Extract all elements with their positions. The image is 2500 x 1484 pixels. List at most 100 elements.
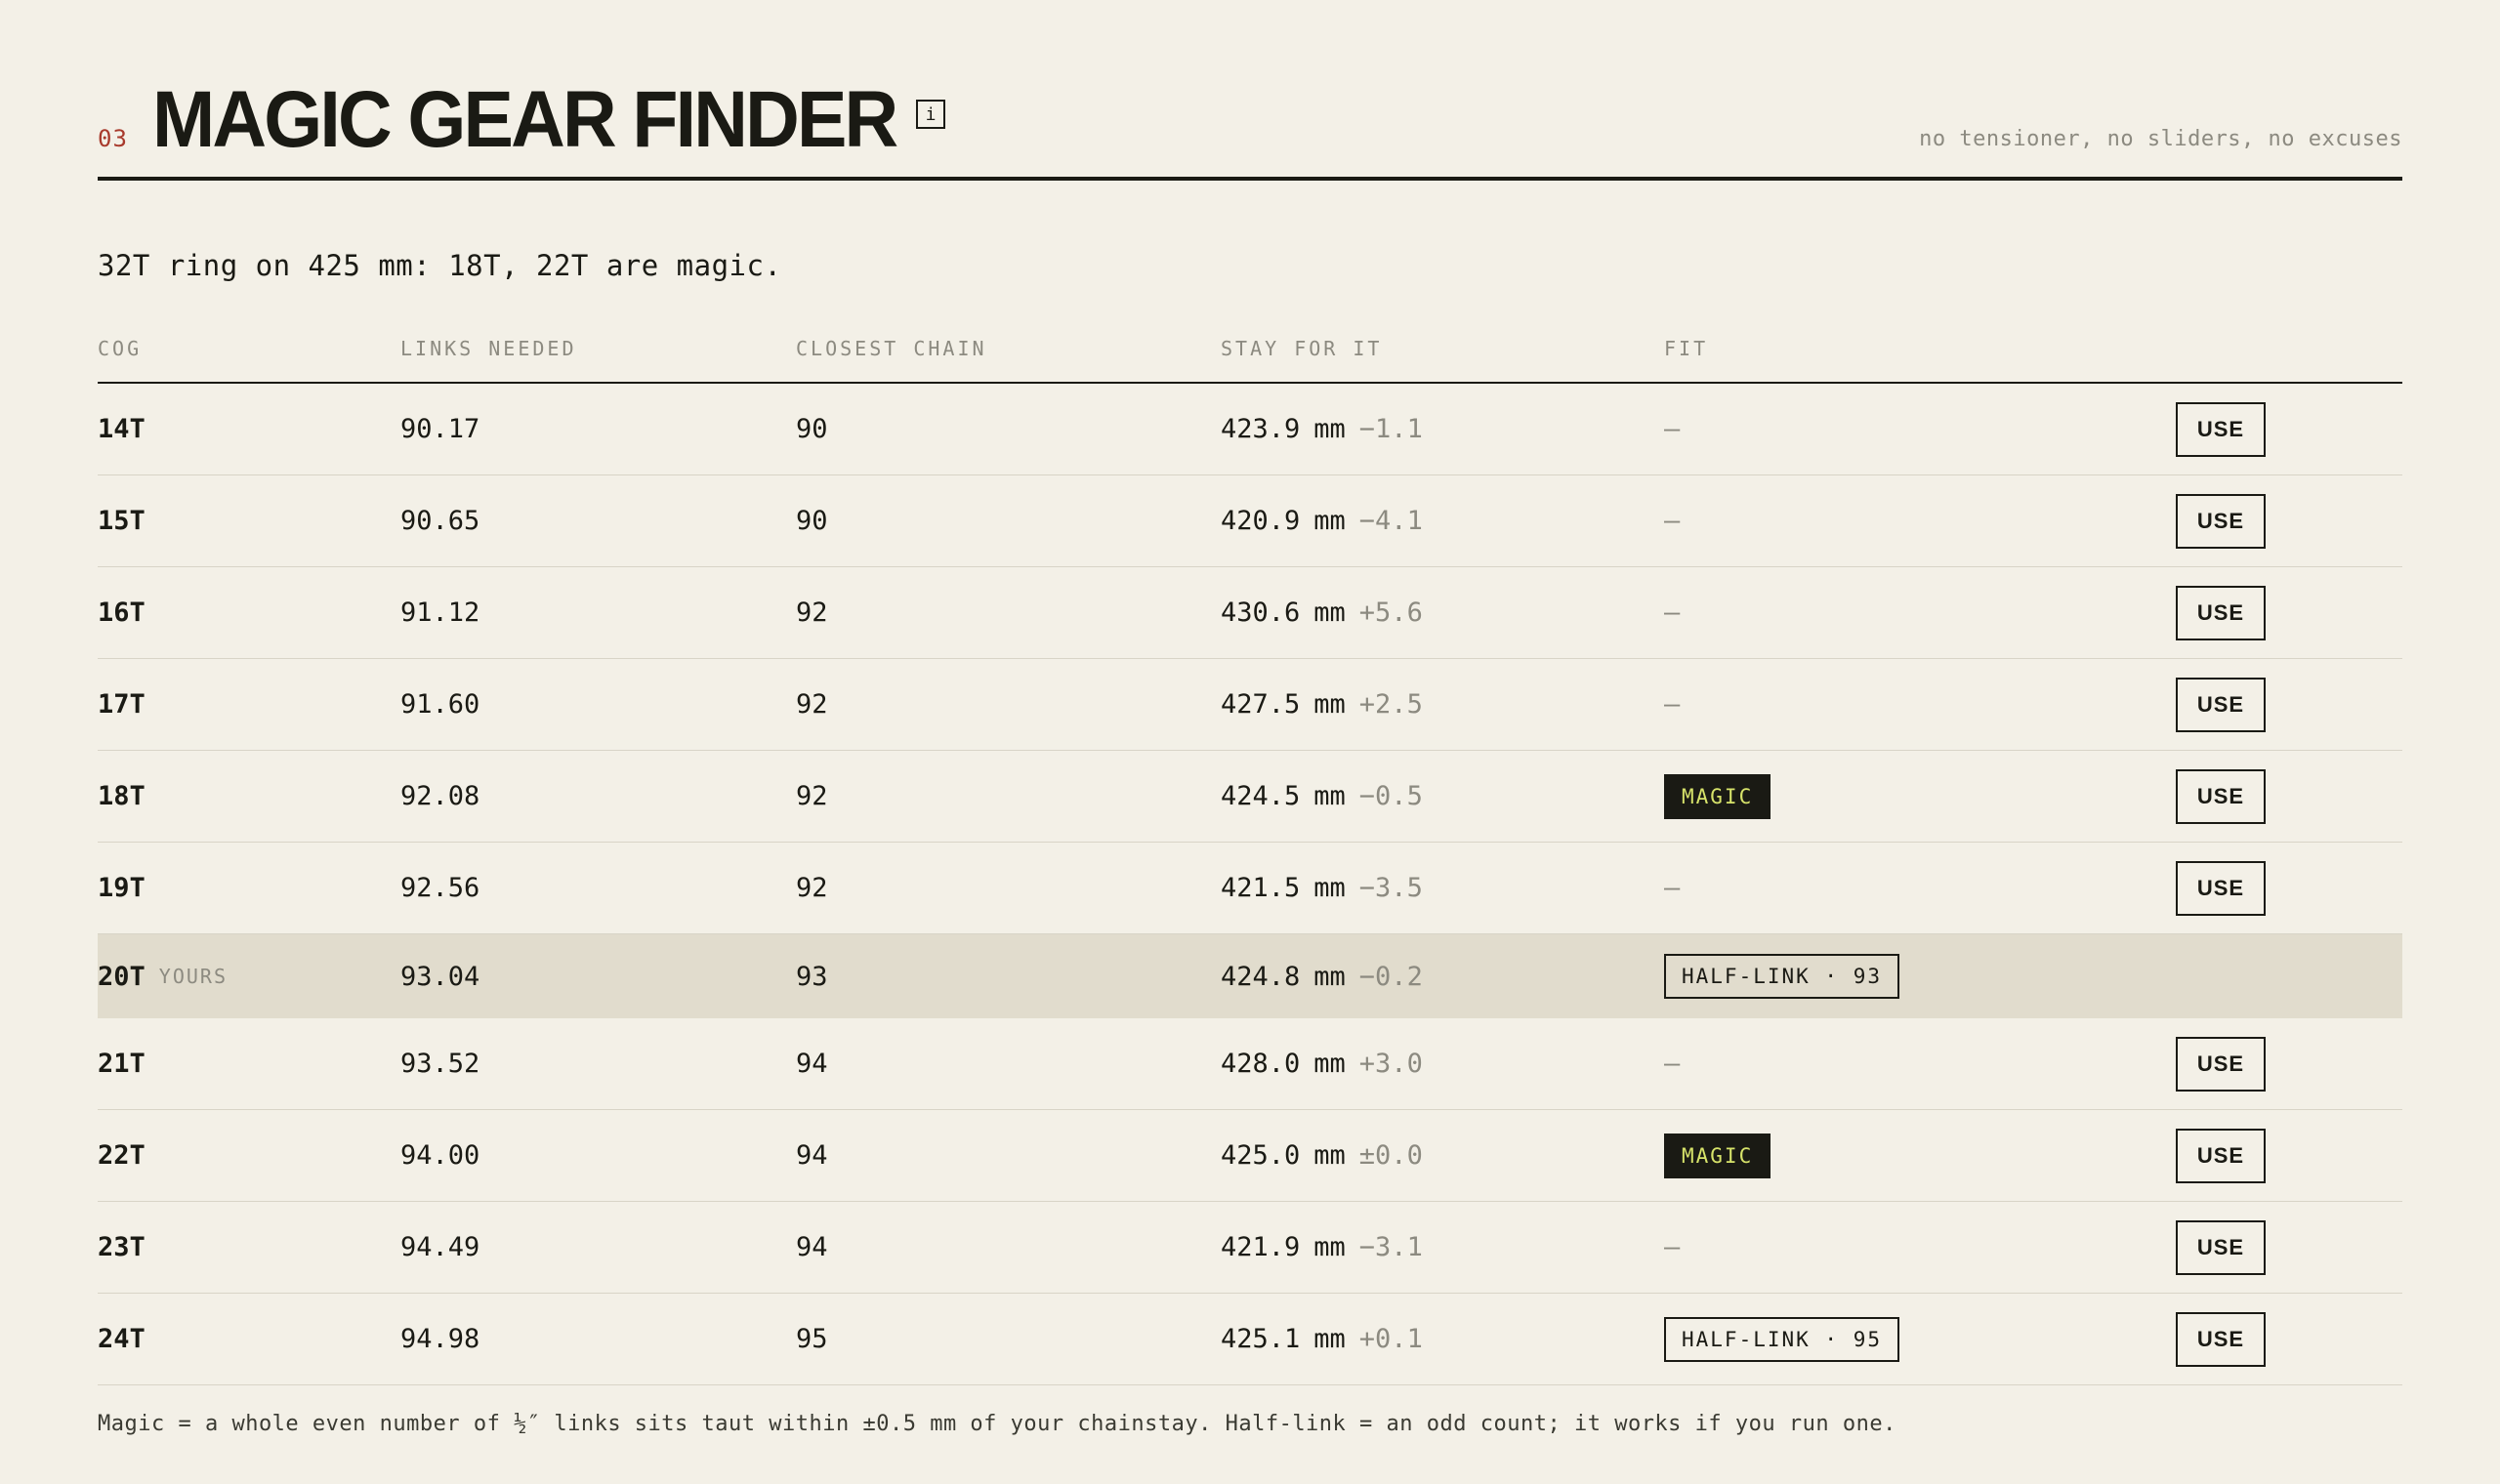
- closest-chain-cell: 93: [796, 961, 828, 992]
- column-header-cog: COG: [98, 337, 143, 360]
- stay-unit: mm: [1313, 961, 1346, 992]
- stay-unit: mm: [1313, 598, 1346, 628]
- cog-cell: 19T: [98, 843, 146, 933]
- action-cell: USE: [2176, 384, 2266, 474]
- cog-cell: 14T: [98, 384, 146, 474]
- stay-value: 428.0: [1221, 1049, 1301, 1079]
- cog-cell: 18T: [98, 751, 146, 842]
- cog-value: 19T: [98, 873, 146, 903]
- table-row-14t: 14T 90.17 90 423.9 mm −1.1 — USE: [98, 384, 2402, 475]
- fit-cell: HALF-LINK · 93: [1664, 934, 1900, 1018]
- stay-cell: 425.0 mm ±0.0: [1221, 1110, 1423, 1201]
- stay-value: 420.9: [1221, 506, 1301, 536]
- cog-cell: 20T YOURS: [98, 934, 228, 1018]
- stay-unit: mm: [1313, 873, 1346, 903]
- table-row-20t: 20T YOURS 93.04 93 424.8 mm −0.2 HALF-LI…: [98, 934, 2402, 1018]
- use-button[interactable]: USE: [2176, 1128, 2266, 1183]
- closest-chain-cell: 92: [796, 598, 828, 628]
- links-needed-cell: 90.65: [400, 506, 480, 536]
- stay-unit: mm: [1313, 689, 1346, 720]
- use-button[interactable]: USE: [2176, 860, 2266, 916]
- use-button[interactable]: USE: [2176, 493, 2266, 549]
- stay-value: 421.5: [1221, 873, 1301, 903]
- stay-cell: 427.5 mm +2.5: [1221, 659, 1423, 750]
- stay-unit: mm: [1313, 781, 1346, 811]
- use-button[interactable]: USE: [2176, 1311, 2266, 1367]
- closest-chain-cell: 95: [796, 1324, 828, 1354]
- stay-delta: −0.2: [1358, 961, 1423, 992]
- action-cell: USE: [2176, 751, 2266, 842]
- use-button[interactable]: USE: [2176, 1219, 2266, 1275]
- use-button[interactable]: USE: [2176, 768, 2266, 824]
- fit-cell: MAGIC: [1664, 751, 1771, 842]
- column-header-links: LINKS NEEDED: [400, 337, 577, 360]
- stay-value: 427.5: [1221, 689, 1301, 720]
- table-row-18t: 18T 92.08 92 424.5 mm −0.5 MAGIC USE: [98, 751, 2402, 843]
- cog-value: 15T: [98, 506, 146, 536]
- stay-cell: 421.5 mm −3.5: [1221, 843, 1423, 933]
- no-fit-dash: —: [1664, 689, 1681, 720]
- action-cell: USE: [2176, 1018, 2266, 1109]
- stay-unit: mm: [1313, 1324, 1346, 1354]
- yours-tag: YOURS: [158, 965, 228, 988]
- closest-chain-cell: 92: [796, 689, 828, 720]
- links-needed-cell: 92.56: [400, 873, 480, 903]
- stay-cell: 420.9 mm −4.1: [1221, 475, 1423, 566]
- cog-value: 24T: [98, 1324, 146, 1354]
- info-icon[interactable]: i: [916, 100, 945, 129]
- half-link-badge: HALF-LINK · 93: [1664, 954, 1900, 999]
- column-header-chain: CLOSEST CHAIN: [796, 337, 987, 360]
- no-fit-dash: —: [1664, 873, 1681, 903]
- links-needed-cell: 94.49: [400, 1232, 480, 1262]
- stay-cell: 424.5 mm −0.5: [1221, 751, 1423, 842]
- stay-delta: −4.1: [1358, 506, 1423, 536]
- fit-cell: —: [1664, 659, 1680, 750]
- action-cell: USE: [2176, 843, 2266, 933]
- action-cell: USE: [2176, 475, 2266, 566]
- cog-cell: 16T: [98, 567, 146, 658]
- action-cell: USE: [2176, 659, 2266, 750]
- links-needed-cell: 94.98: [400, 1324, 480, 1354]
- cog-value: 21T: [98, 1049, 146, 1079]
- links-needed-cell: 92.08: [400, 781, 480, 811]
- stay-delta: +2.5: [1358, 689, 1423, 720]
- stay-value: 425.0: [1221, 1140, 1301, 1171]
- gear-table-body: 14T 90.17 90 423.9 mm −1.1 — USE 15T 90.…: [98, 384, 2402, 1385]
- gear-finder-panel: 03 MAGIC GEAR FINDER i no tensioner, no …: [98, 0, 2402, 1436]
- cog-value: 16T: [98, 598, 146, 628]
- use-button[interactable]: USE: [2176, 1036, 2266, 1092]
- action-cell: USE: [2176, 1294, 2266, 1384]
- magic-badge: MAGIC: [1664, 773, 1771, 819]
- stay-cell: 423.9 mm −1.1: [1221, 384, 1423, 474]
- table-header: COG LINKS NEEDED CLOSEST CHAIN STAY FOR …: [98, 337, 2402, 384]
- stay-delta: ±0.0: [1358, 1140, 1423, 1171]
- table-row-19t: 19T 92.56 92 421.5 mm −3.5 — USE: [98, 843, 2402, 934]
- use-button[interactable]: USE: [2176, 677, 2266, 732]
- stay-cell: 424.8 mm −0.2: [1221, 934, 1423, 1018]
- stay-unit: mm: [1313, 506, 1346, 536]
- cog-cell: 23T: [98, 1202, 146, 1293]
- fit-cell: —: [1664, 384, 1680, 474]
- footnote: Magic = a whole even number of ½″ links …: [98, 1412, 1896, 1436]
- table-row-16t: 16T 91.12 92 430.6 mm +5.6 — USE: [98, 567, 2402, 659]
- closest-chain-cell: 92: [796, 781, 828, 811]
- tagline: no tensioner, no sliders, no excuses: [1919, 127, 2402, 151]
- stay-cell: 421.9 mm −3.1: [1221, 1202, 1423, 1293]
- stay-cell: 430.6 mm +5.6: [1221, 567, 1423, 658]
- cog-value: 20T: [98, 961, 146, 992]
- half-link-badge: HALF-LINK · 95: [1664, 1316, 1900, 1362]
- stay-unit: mm: [1313, 1232, 1346, 1262]
- table-row-21t: 21T 93.52 94 428.0 mm +3.0 — USE: [98, 1018, 2402, 1110]
- use-button[interactable]: USE: [2176, 401, 2266, 457]
- closest-chain-cell: 90: [796, 506, 828, 536]
- stay-unit: mm: [1313, 414, 1346, 444]
- use-button[interactable]: USE: [2176, 585, 2266, 640]
- fit-cell: —: [1664, 843, 1680, 933]
- column-header-stay: STAY FOR IT: [1221, 337, 1383, 360]
- stay-delta: +0.1: [1358, 1324, 1423, 1354]
- action-cell: USE: [2176, 1202, 2266, 1293]
- cog-cell: 15T: [98, 475, 146, 566]
- fit-cell: —: [1664, 567, 1680, 658]
- links-needed-cell: 91.60: [400, 689, 480, 720]
- no-fit-dash: —: [1664, 414, 1681, 444]
